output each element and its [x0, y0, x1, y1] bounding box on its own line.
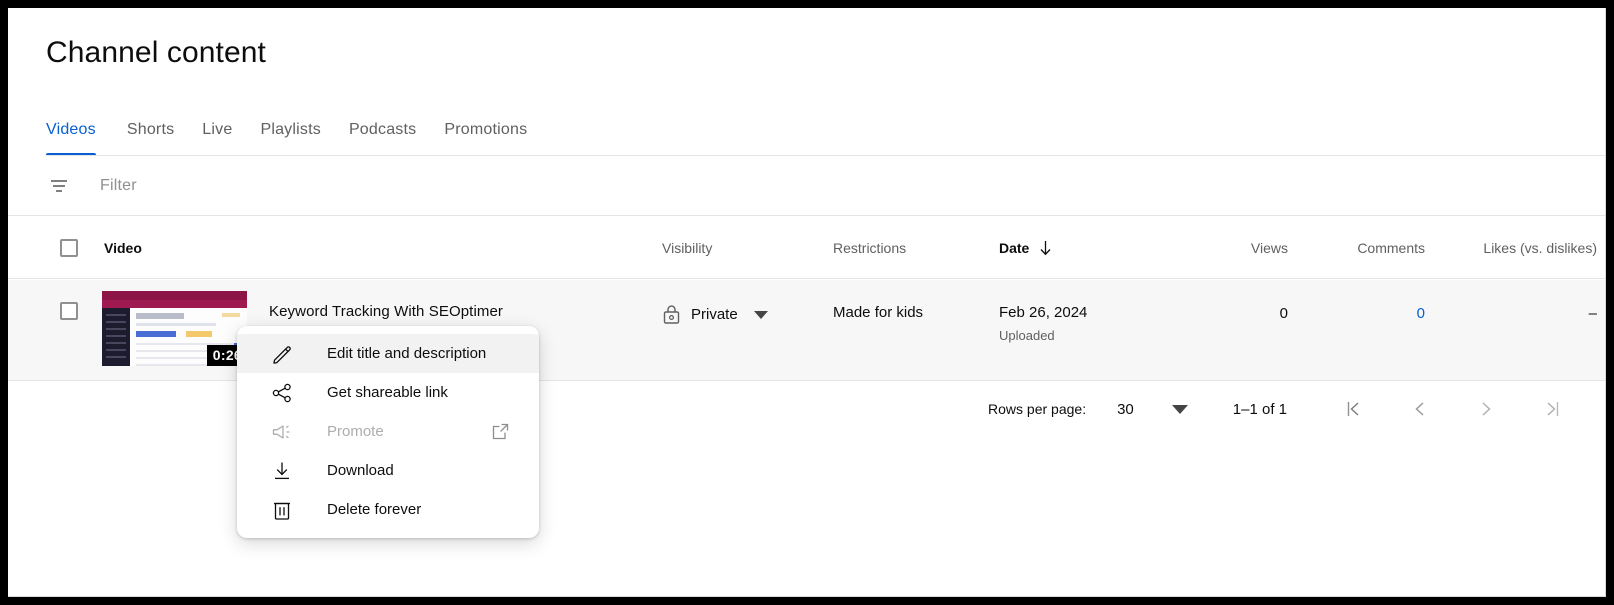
previous-page-icon[interactable]: [1407, 396, 1433, 422]
studio-content-panel: Channel content Videos Shorts Live Playl…: [8, 8, 1606, 597]
trash-icon: [270, 498, 294, 522]
menu-item-label: Edit title and description: [327, 345, 486, 362]
last-page-icon[interactable]: [1539, 396, 1565, 422]
tab-shorts-label: Shorts: [127, 121, 174, 139]
tab-shorts[interactable]: Shorts: [113, 104, 188, 156]
menu-item-edit-title-and-description[interactable]: Edit title and description: [237, 334, 539, 373]
column-date[interactable]: Date: [999, 240, 1178, 256]
next-page-icon[interactable]: [1473, 396, 1499, 422]
filter-icon[interactable]: [46, 173, 72, 199]
filter-bar: Filter: [8, 156, 1605, 216]
lock-icon: [662, 304, 681, 325]
restrictions-label: Made for kids: [833, 280, 999, 321]
thumbnail-sidebar: [102, 308, 130, 366]
row-select-cell: [8, 280, 102, 320]
video-thumbnail[interactable]: 0:26: [102, 291, 247, 366]
download-icon: [270, 459, 294, 483]
column-visibility[interactable]: Visibility: [662, 240, 833, 256]
column-restrictions-label: Restrictions: [833, 240, 906, 256]
comments-count[interactable]: 0: [1288, 280, 1425, 322]
thumbnail-topbar: [102, 291, 247, 300]
rows-per-page-label: Rows per page:: [988, 401, 1086, 417]
publish-date: Feb 26, 2024: [999, 280, 1178, 321]
tab-playlists-label: Playlists: [260, 121, 320, 139]
tab-promotions[interactable]: Promotions: [430, 104, 541, 156]
thumbnail-topbar-secondary: [102, 300, 247, 308]
page-title: Channel content: [46, 36, 266, 70]
visibility-label: Private: [691, 306, 738, 323]
select-all-checkbox[interactable]: [60, 239, 78, 257]
rows-per-page-value[interactable]: 30: [1117, 401, 1134, 418]
column-views-label: Views: [1251, 240, 1288, 256]
arrow-down-icon: [1038, 240, 1053, 256]
menu-item-delete-forever[interactable]: Delete forever: [237, 490, 539, 529]
column-video-label: Video: [104, 240, 142, 256]
first-page-icon[interactable]: [1341, 396, 1367, 422]
tab-podcasts[interactable]: Podcasts: [335, 104, 430, 156]
content-tabs: Videos Shorts Live Playlists Podcasts Pr…: [46, 104, 541, 156]
external-link-icon: [492, 423, 509, 440]
menu-item-label: Download: [327, 462, 394, 479]
tab-playlists[interactable]: Playlists: [246, 104, 334, 156]
menu-item-get-shareable-link[interactable]: Get shareable link: [237, 373, 539, 412]
publish-date-status: Uploaded: [999, 321, 1178, 343]
menu-item-label: Promote: [327, 423, 384, 440]
menu-item-promote: Promote: [237, 412, 539, 451]
select-all-cell: [8, 239, 102, 257]
megaphone-icon: [270, 420, 294, 444]
visibility-dropdown[interactable]: Private: [662, 280, 833, 325]
column-likes-label: Likes (vs. dislikes): [1483, 240, 1597, 256]
table-header: Video Visibility Restrictions Date Views…: [8, 217, 1605, 279]
row-likes-cell: –: [1425, 280, 1605, 322]
column-views[interactable]: Views: [1178, 240, 1288, 256]
row-visibility-cell: Private: [662, 280, 833, 325]
menu-item-label: Delete forever: [327, 501, 421, 518]
likes-count: –: [1425, 280, 1597, 322]
views-count: 0: [1178, 280, 1288, 322]
column-likes[interactable]: Likes (vs. dislikes): [1425, 240, 1605, 256]
row-date-cell: Feb 26, 2024 Uploaded: [999, 280, 1178, 343]
video-title[interactable]: Keyword Tracking With SEOptimer: [269, 291, 503, 320]
row-checkbox[interactable]: [60, 302, 78, 320]
tab-promotions-label: Promotions: [444, 121, 527, 139]
row-restrictions-cell: Made for kids: [833, 280, 999, 321]
tab-videos[interactable]: Videos: [46, 104, 113, 156]
tab-videos-label: Videos: [46, 121, 96, 139]
column-restrictions[interactable]: Restrictions: [833, 240, 999, 256]
column-comments-label: Comments: [1357, 240, 1425, 256]
tab-live-label: Live: [202, 121, 232, 139]
pencil-icon: [270, 342, 294, 366]
chevron-down-icon: [754, 311, 768, 319]
column-visibility-label: Visibility: [662, 240, 712, 256]
menu-item-download[interactable]: Download: [237, 451, 539, 490]
row-views-cell: 0: [1178, 280, 1288, 322]
column-video: Video: [102, 240, 662, 256]
row-comments-cell: 0: [1288, 280, 1425, 322]
tab-live[interactable]: Live: [188, 104, 246, 156]
chevron-down-icon[interactable]: [1172, 405, 1188, 414]
video-options-menu: Edit title and description Get shareable…: [237, 326, 539, 538]
column-comments[interactable]: Comments: [1288, 240, 1425, 256]
menu-item-label: Get shareable link: [327, 384, 448, 401]
column-date-label: Date: [999, 240, 1029, 256]
pagination-range: 1–1 of 1: [1233, 401, 1287, 418]
tab-podcasts-label: Podcasts: [349, 121, 416, 139]
filter-input[interactable]: Filter: [100, 177, 137, 195]
share-icon: [270, 381, 294, 405]
